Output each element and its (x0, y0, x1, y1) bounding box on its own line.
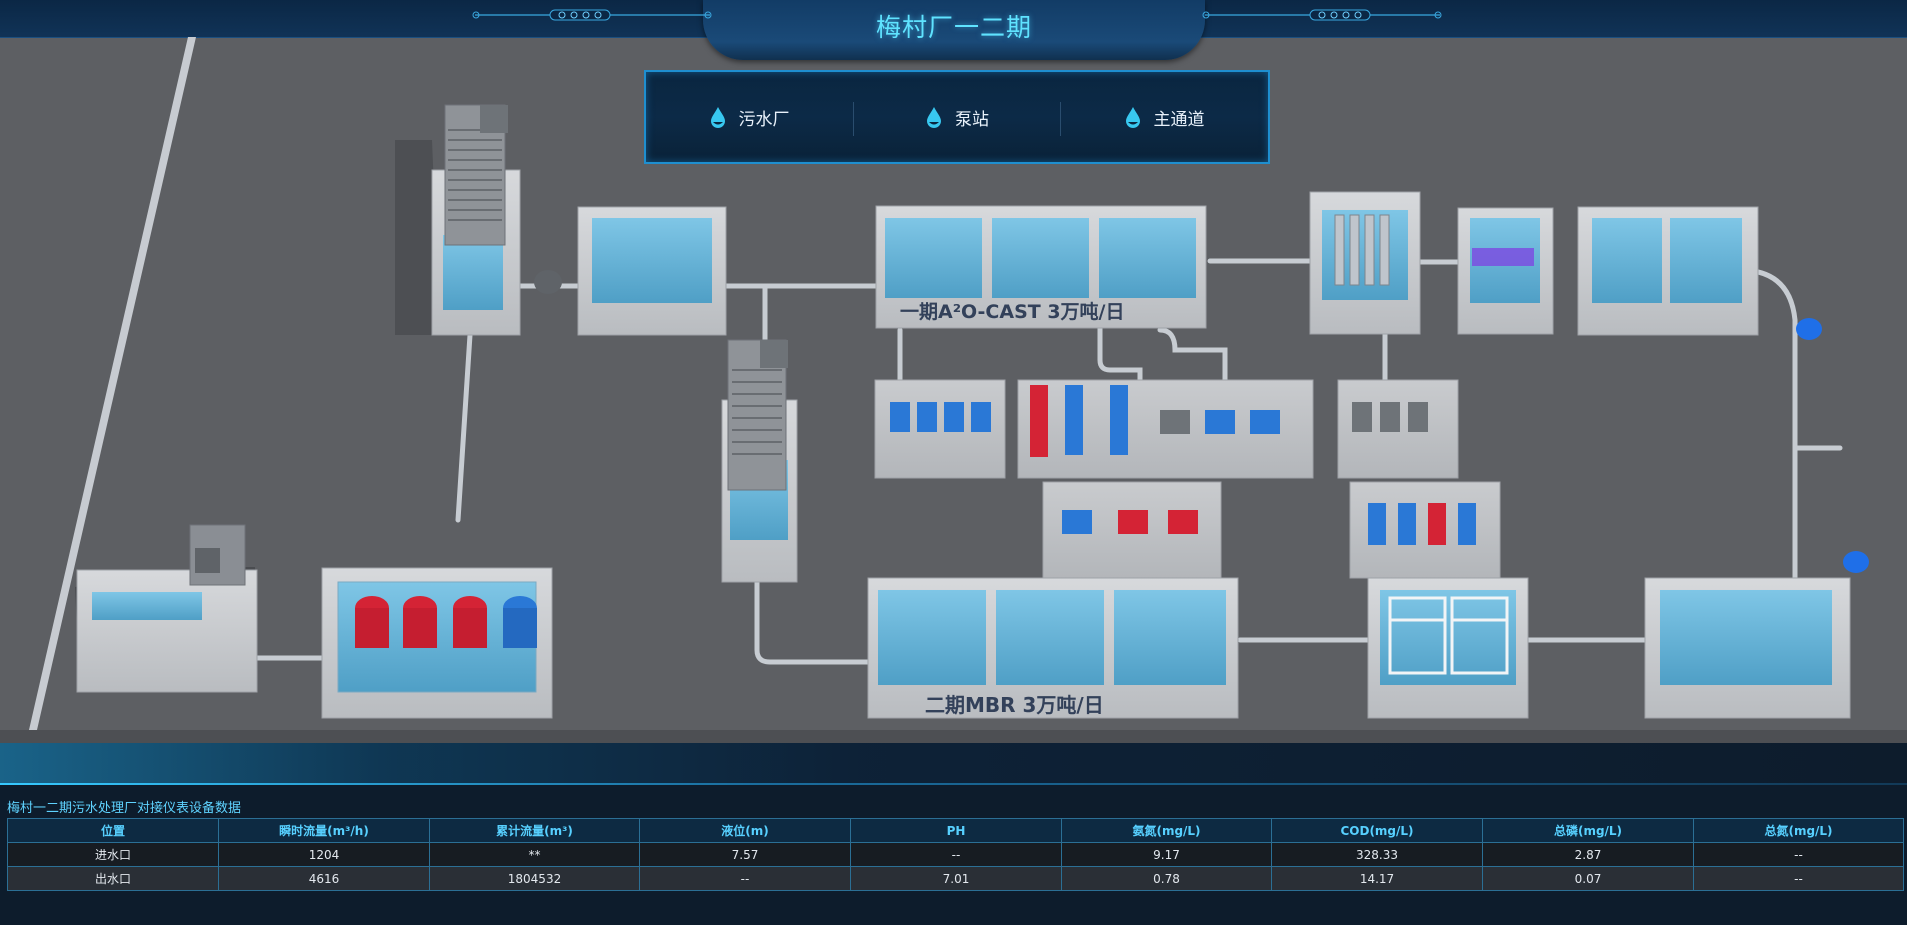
disc-filter-unit (1309, 191, 1421, 335)
table-cell: 4616 (218, 866, 430, 891)
red-pump (453, 596, 487, 648)
blue-pump (503, 596, 537, 648)
instrument-data-panel: 梅村一二期污水处理厂对接仪表设备数据 位置 瞬时流量(m³/h) 累计流量(m³… (0, 743, 1907, 925)
blue-pump (1110, 385, 1128, 455)
table-cell: ** (429, 842, 640, 867)
fine-screen-tower (721, 339, 798, 583)
header-right-decoration (1202, 9, 1442, 21)
column-header: 总磷(mg/L) (1482, 818, 1694, 843)
column-header: 瞬时流量(m³/h) (218, 818, 430, 843)
lift-pump-tank (321, 567, 553, 719)
table-cell: 7.01 (850, 866, 1062, 891)
table-cell: 0.07 (1482, 866, 1694, 891)
table-cell: -- (850, 842, 1062, 867)
phase2-mbr-tanks: 二期MBR 3万吨/日 (867, 577, 1239, 719)
clear-water-tank-1 (1577, 206, 1759, 336)
nav-item-label: 污水厂 (738, 109, 790, 130)
pump-pad-d (1042, 481, 1222, 579)
red-pump (1030, 385, 1048, 457)
table-cell: -- (1693, 866, 1904, 891)
table-cell: 14.17 (1271, 866, 1483, 891)
pump-pad-e (1349, 481, 1501, 579)
blue-pump (1398, 503, 1416, 545)
table-cell: 9.17 (1061, 842, 1272, 867)
table-cell: -- (1693, 842, 1904, 867)
red-pump (1168, 510, 1198, 534)
phase1-cast-tanks: 一期A²O-CAST 3万吨/日 (875, 205, 1207, 329)
pump-pad-a (874, 379, 1006, 479)
blue-pump (1458, 503, 1476, 545)
column-header: 位置 (7, 818, 219, 843)
grit-chamber (577, 206, 727, 336)
phase1-label: 一期A²O-CAST 3万吨/日 (900, 300, 1124, 323)
red-pump (355, 596, 389, 648)
pump-pad-b (1017, 379, 1314, 479)
nav-item-sewage-plant[interactable]: 污水厂 (646, 72, 852, 162)
red-pump (403, 596, 437, 648)
table-cell: 进水口 (7, 842, 219, 867)
column-header: 氨氮(mg/L) (1061, 818, 1272, 843)
intake-screen-tank (75, 524, 258, 693)
table-cell: 1804532 (429, 866, 640, 891)
table-cell: 328.33 (1271, 842, 1483, 867)
red-pump (1118, 510, 1148, 534)
blue-pump (1205, 410, 1235, 434)
red-pump (1428, 503, 1446, 545)
table-cell: 出水口 (7, 866, 219, 891)
table-cell: -- (639, 866, 851, 891)
nav-item-main-channel[interactable]: 主通道 (1061, 72, 1267, 162)
column-header: 液位(m) (639, 818, 851, 843)
pump-pad-c (1337, 379, 1459, 479)
blue-pump (1250, 410, 1280, 434)
table-header-row: 位置 瞬时流量(m³/h) 累计流量(m³) 液位(m) PH 氨氮(mg/L)… (7, 818, 1904, 843)
nav-item-label: 主通道 (1153, 109, 1205, 130)
nav-item-pump-station[interactable]: 泵站 (854, 72, 1060, 162)
table-cell: 0.78 (1061, 866, 1272, 891)
column-header: COD(mg/L) (1271, 818, 1483, 843)
column-header: 累计流量(m³) (429, 818, 640, 843)
table-cell: 2.87 (1482, 842, 1694, 867)
table-row: 进水口 1204 ** 7.57 -- 9.17 328.33 2.87 -- (7, 842, 1904, 867)
blue-pump (1062, 510, 1092, 534)
clear-water-tank-2 (1644, 577, 1851, 719)
blue-pump (1368, 503, 1386, 545)
mbr-membrane-tank (1367, 577, 1529, 719)
blue-pump (1065, 385, 1083, 455)
water-drop-icon (710, 107, 725, 128)
nav-item-label: 泵站 (955, 109, 989, 130)
header-left-decoration (472, 9, 712, 21)
water-drop-icon (927, 107, 941, 128)
blue-valve (1843, 551, 1869, 573)
site-nav-panel: 污水厂 泵站 主通道 (644, 70, 1270, 164)
instrument-data-table: 位置 瞬时流量(m³/h) 累计流量(m³) 液位(m) PH 氨氮(mg/L)… (7, 818, 1904, 891)
table-title: 梅村一二期污水处理厂对接仪表设备数据 (7, 801, 242, 816)
table-cell: 7.57 (639, 842, 851, 867)
coarse-screen-tower (395, 104, 562, 336)
table-row: 出水口 4616 1804532 -- 7.01 0.78 14.17 0.07… (7, 866, 1904, 891)
column-header: 总氮(mg/L) (1693, 818, 1904, 843)
water-drop-icon (1125, 107, 1140, 128)
table-cell: 1204 (218, 842, 430, 867)
column-header: PH (850, 818, 1062, 843)
phase2-label: 二期MBR 3万吨/日 (925, 693, 1104, 717)
blue-valve (1796, 318, 1822, 340)
uv-disinfection-tank (1457, 207, 1554, 335)
